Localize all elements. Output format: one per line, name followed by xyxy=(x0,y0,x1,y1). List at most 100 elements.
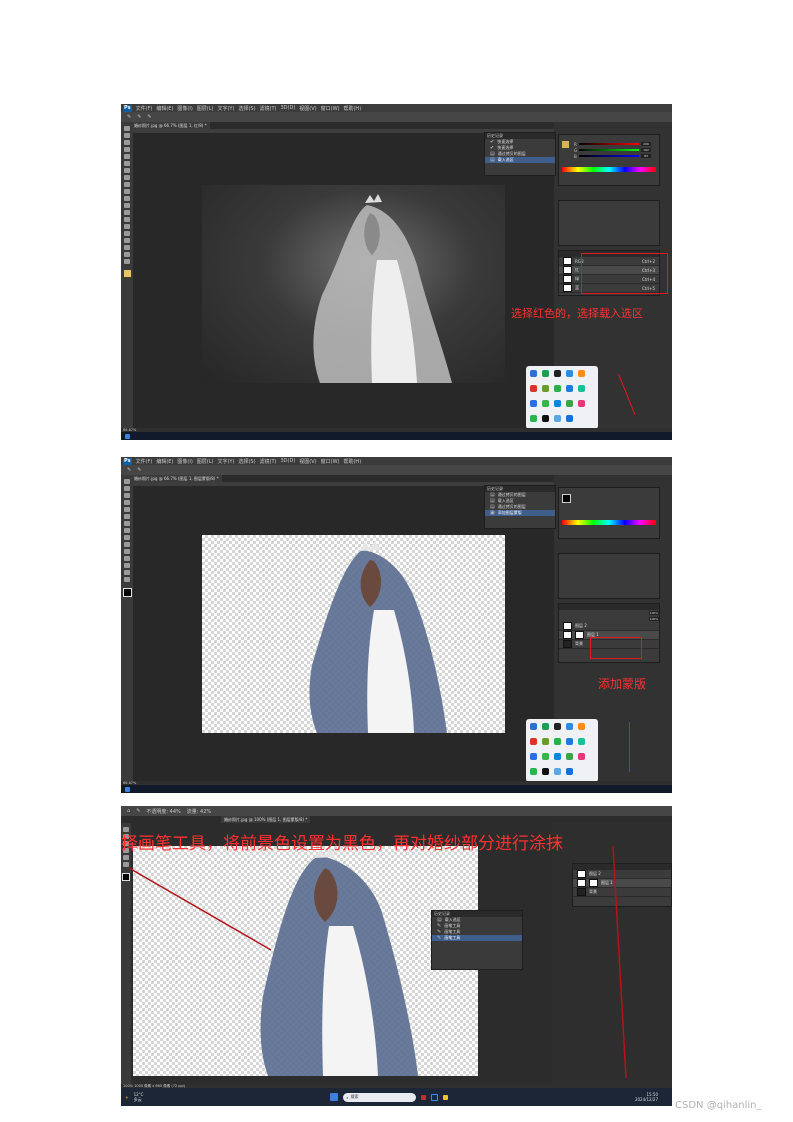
app-icon[interactable] xyxy=(542,370,549,377)
app-icon[interactable] xyxy=(554,385,561,392)
menu-item[interactable]: 图层(L) xyxy=(197,105,214,112)
photoshop-taskbar-icon[interactable] xyxy=(431,1093,439,1101)
app-icon[interactable] xyxy=(566,738,573,745)
move-tool-icon[interactable] xyxy=(124,126,130,131)
history-item-selected[interactable]: ▣ 添加图层蒙版 xyxy=(485,510,555,516)
gradient-tool-icon[interactable] xyxy=(124,549,130,554)
app-icon[interactable] xyxy=(554,753,561,760)
app-icon[interactable] xyxy=(566,768,573,775)
app-icon[interactable] xyxy=(542,385,549,392)
brush-option-icon[interactable]: ✎ xyxy=(137,114,141,120)
menu-item[interactable]: 3D(D) xyxy=(281,105,296,111)
dodge-tool-icon[interactable] xyxy=(124,217,130,222)
menu-item[interactable]: 视图(V) xyxy=(299,105,316,112)
start-icon[interactable] xyxy=(330,1093,339,1101)
menu-item[interactable]: 3D(D) xyxy=(281,458,296,464)
menu-item[interactable]: 编辑(E) xyxy=(156,105,173,112)
menu-item[interactable]: 图像(I) xyxy=(177,458,192,465)
app-icon[interactable] xyxy=(578,753,585,760)
app-icon[interactable] xyxy=(542,768,549,775)
red-value[interactable]: 206 xyxy=(641,142,651,146)
foreground-color-swatch[interactable] xyxy=(123,270,131,277)
app-icon[interactable] xyxy=(421,1094,427,1100)
move-tool-icon[interactable] xyxy=(124,479,130,484)
lasso-tool-icon[interactable] xyxy=(124,140,130,145)
menu-item[interactable]: 选择(S) xyxy=(238,105,255,112)
clock-date[interactable]: 2024/12/27 xyxy=(635,1097,658,1102)
eraser-tool-icon[interactable] xyxy=(124,196,130,201)
foreground-color-swatch[interactable] xyxy=(562,141,569,148)
menu-item[interactable]: 滤镜(T) xyxy=(260,458,277,465)
menu-item[interactable]: 文字(Y) xyxy=(217,105,234,112)
app-icon[interactable] xyxy=(554,415,561,422)
document-tab[interactable]: 婚纱照片.jpg @ 66.7% (图层 1, 图层蒙版/8) * xyxy=(131,475,222,482)
menu-item[interactable]: 文字(Y) xyxy=(217,458,234,465)
color-ramp[interactable] xyxy=(562,520,656,525)
app-icon[interactable] xyxy=(542,738,549,745)
app-icon[interactable] xyxy=(542,415,549,422)
folder-icon[interactable] xyxy=(443,1094,449,1100)
app-icon[interactable] xyxy=(566,385,573,392)
app-icon[interactable] xyxy=(530,385,537,392)
color-ramp[interactable] xyxy=(562,167,656,172)
app-icon[interactable] xyxy=(578,738,585,745)
brush-option-icon[interactable]: ✎ xyxy=(127,467,131,473)
history-brush-tool-icon[interactable] xyxy=(124,189,130,194)
app-icon[interactable] xyxy=(530,723,537,730)
document-tab[interactable]: 婚纱照片.jpg @ 66.7% (图层 1, 红/8) * xyxy=(131,122,210,129)
quick-select-tool-icon[interactable] xyxy=(124,500,130,505)
marquee-tool-icon[interactable] xyxy=(124,133,130,138)
app-icon[interactable] xyxy=(530,370,537,377)
zoom-tool-icon[interactable] xyxy=(124,577,130,582)
opacity-value[interactable]: 100% xyxy=(649,611,659,615)
zoom-tool-icon[interactable] xyxy=(124,259,130,264)
app-icon[interactable] xyxy=(554,723,561,730)
search-box[interactable]: ⌕ 搜索 xyxy=(343,1092,417,1102)
foreground-color-swatch[interactable] xyxy=(562,494,571,503)
blur-tool-icon[interactable] xyxy=(124,210,130,215)
menu-item[interactable]: 图像(I) xyxy=(177,105,192,112)
brush-option-icon[interactable]: ✎ xyxy=(137,467,141,473)
app-icon[interactable] xyxy=(566,400,573,407)
quick-select-tool-icon[interactable] xyxy=(124,147,130,152)
eraser-tool-icon[interactable] xyxy=(124,542,130,547)
app-icon[interactable] xyxy=(566,753,573,760)
app-icon[interactable] xyxy=(578,400,585,407)
brush-tool-icon[interactable] xyxy=(124,528,130,533)
app-icon[interactable] xyxy=(542,753,549,760)
green-value[interactable]: 182 xyxy=(641,148,651,152)
stamp-tool-icon[interactable] xyxy=(124,182,130,187)
menu-item[interactable]: 文件(F) xyxy=(136,458,153,465)
app-icon[interactable] xyxy=(554,370,561,377)
app-icon[interactable] xyxy=(566,723,573,730)
app-icon[interactable] xyxy=(530,738,537,745)
menu-item[interactable]: 窗口(W) xyxy=(321,105,340,112)
menu-item[interactable]: 选择(S) xyxy=(238,458,255,465)
app-icon[interactable] xyxy=(566,415,573,422)
lasso-tool-icon[interactable] xyxy=(124,493,130,498)
canvas-area[interactable] xyxy=(133,133,554,428)
menu-item[interactable]: 图层(L) xyxy=(197,458,214,465)
app-icon[interactable] xyxy=(530,768,537,775)
path-select-tool-icon[interactable] xyxy=(124,238,130,243)
app-icon[interactable] xyxy=(530,400,537,407)
app-icon[interactable] xyxy=(542,723,549,730)
pen-tool-icon[interactable] xyxy=(124,556,130,561)
app-icon[interactable] xyxy=(554,738,561,745)
shape-tool-icon[interactable] xyxy=(124,245,130,250)
app-icon[interactable] xyxy=(566,370,573,377)
start-icon[interactable] xyxy=(125,786,130,792)
menu-item[interactable]: 编辑(E) xyxy=(156,458,173,465)
menu-item[interactable]: 帮助(H) xyxy=(343,458,361,465)
stamp-tool-icon[interactable] xyxy=(124,535,130,540)
brush-option-icon[interactable]: ✎ xyxy=(147,114,151,120)
menu-item[interactable]: 窗口(W) xyxy=(321,458,340,465)
app-icon[interactable] xyxy=(578,385,585,392)
gradient-tool-icon[interactable] xyxy=(124,203,130,208)
eyedropper-tool-icon[interactable] xyxy=(124,161,130,166)
blue-value[interactable]: 83 xyxy=(641,154,651,158)
marquee-tool-icon[interactable] xyxy=(124,486,130,491)
mask-thumbnail[interactable] xyxy=(575,631,584,639)
menu-item[interactable]: 滤镜(T) xyxy=(260,105,277,112)
menu-item[interactable]: 文件(F) xyxy=(136,105,153,112)
